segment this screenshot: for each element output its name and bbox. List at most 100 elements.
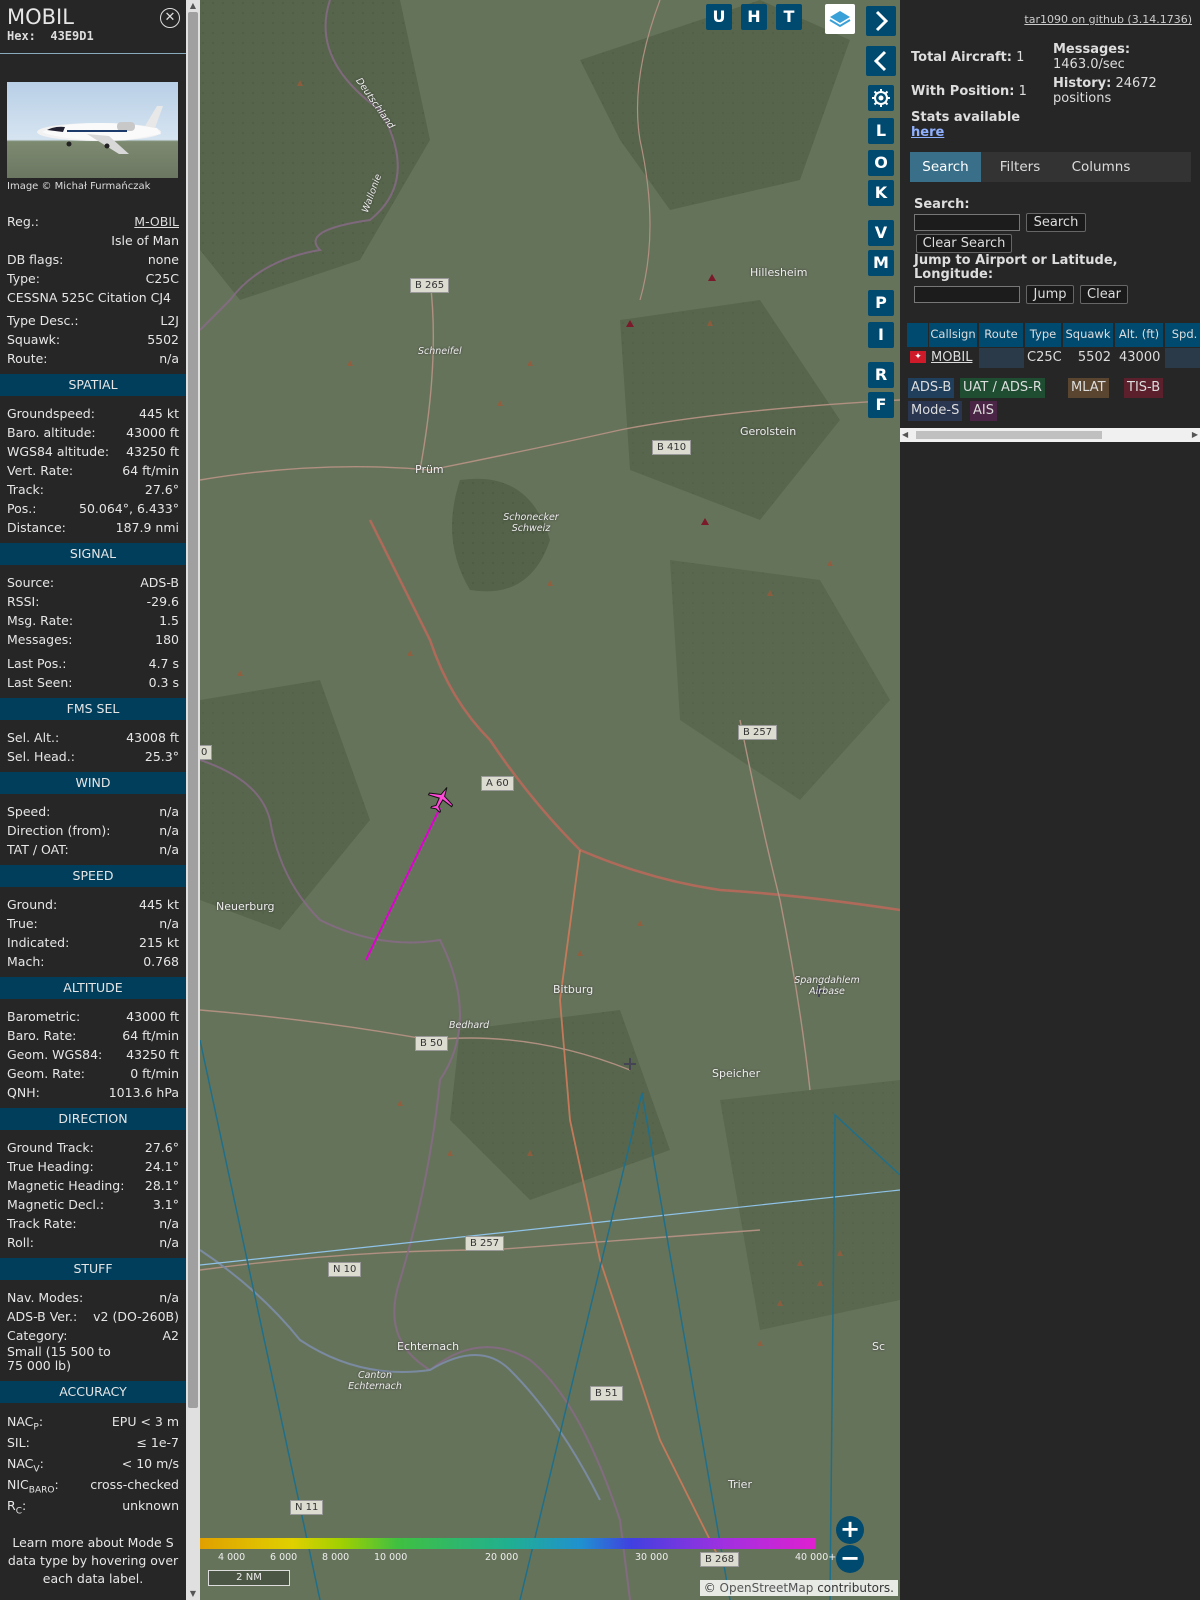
map-button-o[interactable]: O [868, 150, 894, 176]
accuracy-value: cross-checked [90, 1477, 179, 1492]
version-link[interactable]: tar1090 on github (3.14.1736) [1024, 13, 1192, 26]
settings-button[interactable] [868, 85, 894, 111]
detail-row: Last Pos.: 4.7 s [0, 654, 186, 673]
column-type[interactable]: Type [1025, 323, 1062, 347]
place-label: Spangdahlem Airbase [794, 975, 860, 997]
tab-columns[interactable]: Columns [1059, 152, 1143, 182]
legend-ads-b[interactable]: ADS-B [908, 378, 955, 398]
section-header: SPEED [0, 865, 186, 887]
detail-row: ADS-B Ver.: v2 (DO-260B) [0, 1307, 186, 1326]
detail-label: WGS84 altitude: [7, 444, 110, 459]
hscroll-thumb[interactable] [916, 431, 1102, 439]
column-callsign[interactable]: Callsign [929, 323, 978, 347]
clear-search-button[interactable]: Clear Search [916, 234, 1012, 253]
accuracy-label-sub: BARO [28, 1485, 55, 1496]
with-position-label: With Position: [911, 84, 1015, 99]
detail-row: Magnetic Decl.: 3.1° [0, 1195, 186, 1214]
collapse-panel-button[interactable] [866, 46, 896, 76]
section-header: SIGNAL [0, 543, 186, 565]
aircraft-info-panel: MOBIL Hex: 43E9D1 ✕ Image © Michał Furma… [0, 0, 186, 1600]
detail-value: v2 (DO-260B) [93, 1309, 179, 1324]
road-label: B 51 [590, 1386, 623, 1401]
close-icon[interactable]: ✕ [160, 8, 180, 28]
map-button-m[interactable]: M [868, 250, 894, 276]
column-altitude[interactable]: Alt. (ft) [1115, 323, 1164, 347]
detail-label: Track: [7, 482, 44, 497]
detail-row: Groundspeed: 445 kt [0, 404, 186, 423]
tab-search[interactable]: Search [910, 152, 981, 182]
column-route[interactable]: Route [979, 323, 1024, 347]
legend-mode-s[interactable]: Mode-S [908, 401, 963, 421]
detail-row: QNH: 1013.6 hPa [0, 1083, 186, 1102]
legend-mlat[interactable]: MLAT [1068, 378, 1109, 398]
detail-label: Direction (from): [7, 823, 111, 838]
map-button-v[interactable]: V [868, 220, 894, 246]
stats-available: Stats available here [911, 110, 1020, 140]
legend-uat-ads-r[interactable]: UAT / ADS-R [960, 378, 1045, 398]
map-button-f[interactable]: F [868, 392, 894, 418]
zoom-in-button[interactable]: + [836, 1516, 864, 1544]
legend-tis-b[interactable]: TIS-B [1124, 378, 1164, 398]
aircraft-marker-icon[interactable] [426, 784, 456, 814]
map-button-l[interactable]: L [868, 118, 894, 144]
accuracy-label-text: NAC [7, 1414, 34, 1429]
detail-label: True Heading: [7, 1159, 94, 1174]
clear-button[interactable]: Clear [1080, 285, 1128, 304]
scrollbar-thumb[interactable] [188, 12, 198, 1408]
legend-ais[interactable]: AIS [970, 401, 997, 421]
road-label: N 11 [290, 1500, 324, 1515]
detail-row: Mach: 0.768 [0, 952, 186, 971]
jump-input[interactable] [914, 286, 1020, 303]
detail-value: 43000 ft [126, 1009, 179, 1024]
jump-button[interactable]: Jump [1026, 285, 1074, 304]
scroll-up-icon[interactable]: ▲ [186, 0, 200, 12]
detail-value: 43000 ft [126, 425, 179, 440]
scroll-left-icon[interactable]: ◀ [902, 428, 908, 442]
table-row[interactable]: ✦ MOBIL C25C 5502 43000 [907, 348, 1200, 368]
zoom-out-button[interactable]: − [836, 1545, 864, 1573]
accuracy-label-text: NAC [7, 1456, 34, 1471]
column-squawk[interactable]: Squawk [1063, 323, 1114, 347]
map-button-t[interactable]: T [776, 4, 802, 30]
sidebar-scrollbar[interactable]: ▲ ▼ [186, 0, 200, 1600]
info-header: MOBIL Hex: 43E9D1 [0, 0, 186, 54]
tab-filters[interactable]: Filters [985, 152, 1055, 182]
detail-row: Indicated: 215 kt [0, 933, 186, 952]
map-button-u[interactable]: U [706, 4, 732, 30]
detail-value: -29.6 [146, 594, 179, 609]
scroll-down-icon[interactable]: ▼ [186, 1588, 200, 1600]
search-input[interactable] [914, 214, 1020, 231]
osm-link[interactable]: OpenStreetMap [720, 1581, 814, 1595]
scale-label: 6 000 [270, 1552, 298, 1563]
aircraft-photo[interactable] [7, 82, 178, 178]
table-horizontal-scrollbar[interactable]: ◀ ▶ [900, 428, 1200, 442]
accuracy-row: NACP: EPU < 3 m [0, 1411, 186, 1433]
map-button-p[interactable]: P [868, 290, 894, 316]
map-canvas [200, 0, 900, 1600]
map-button-i[interactable]: I [868, 322, 894, 348]
layers-button[interactable] [825, 4, 855, 34]
info-key: CESSNA 525C Citation CJ4 [7, 290, 171, 305]
row-speed [1165, 348, 1200, 368]
section-header: DIRECTION [0, 1108, 186, 1130]
row-callsign[interactable]: MOBIL [931, 348, 972, 368]
map-button-r[interactable]: R [868, 362, 894, 388]
info-value: L2J [160, 313, 179, 328]
scroll-right-icon[interactable]: ▶ [1192, 428, 1198, 442]
road-label: B 410 [652, 440, 692, 455]
detail-value: 180 [155, 632, 179, 647]
column-speed[interactable]: Spd. [1165, 323, 1200, 347]
info-row: Route: n/a [0, 349, 186, 368]
search-button[interactable]: Search [1026, 213, 1086, 232]
stats-here-link[interactable]: here [911, 125, 944, 140]
panel-tabs: Search Filters Columns [910, 152, 1191, 182]
info-key: Type: [7, 271, 40, 286]
map-button-h[interactable]: H [741, 4, 767, 30]
map-view[interactable]: Prüm Gerolstein Hillesheim Neuerburg Bitburg… [200, 0, 900, 1600]
detail-row: Direction (from): n/a [0, 821, 186, 840]
expand-panel-button[interactable] [866, 6, 896, 36]
map-button-k[interactable]: K [868, 180, 894, 206]
info-value[interactable]: M-OBIL [134, 212, 179, 231]
row-type: C25C [1027, 350, 1062, 365]
detail-label: Geom. Rate: [7, 1066, 86, 1081]
